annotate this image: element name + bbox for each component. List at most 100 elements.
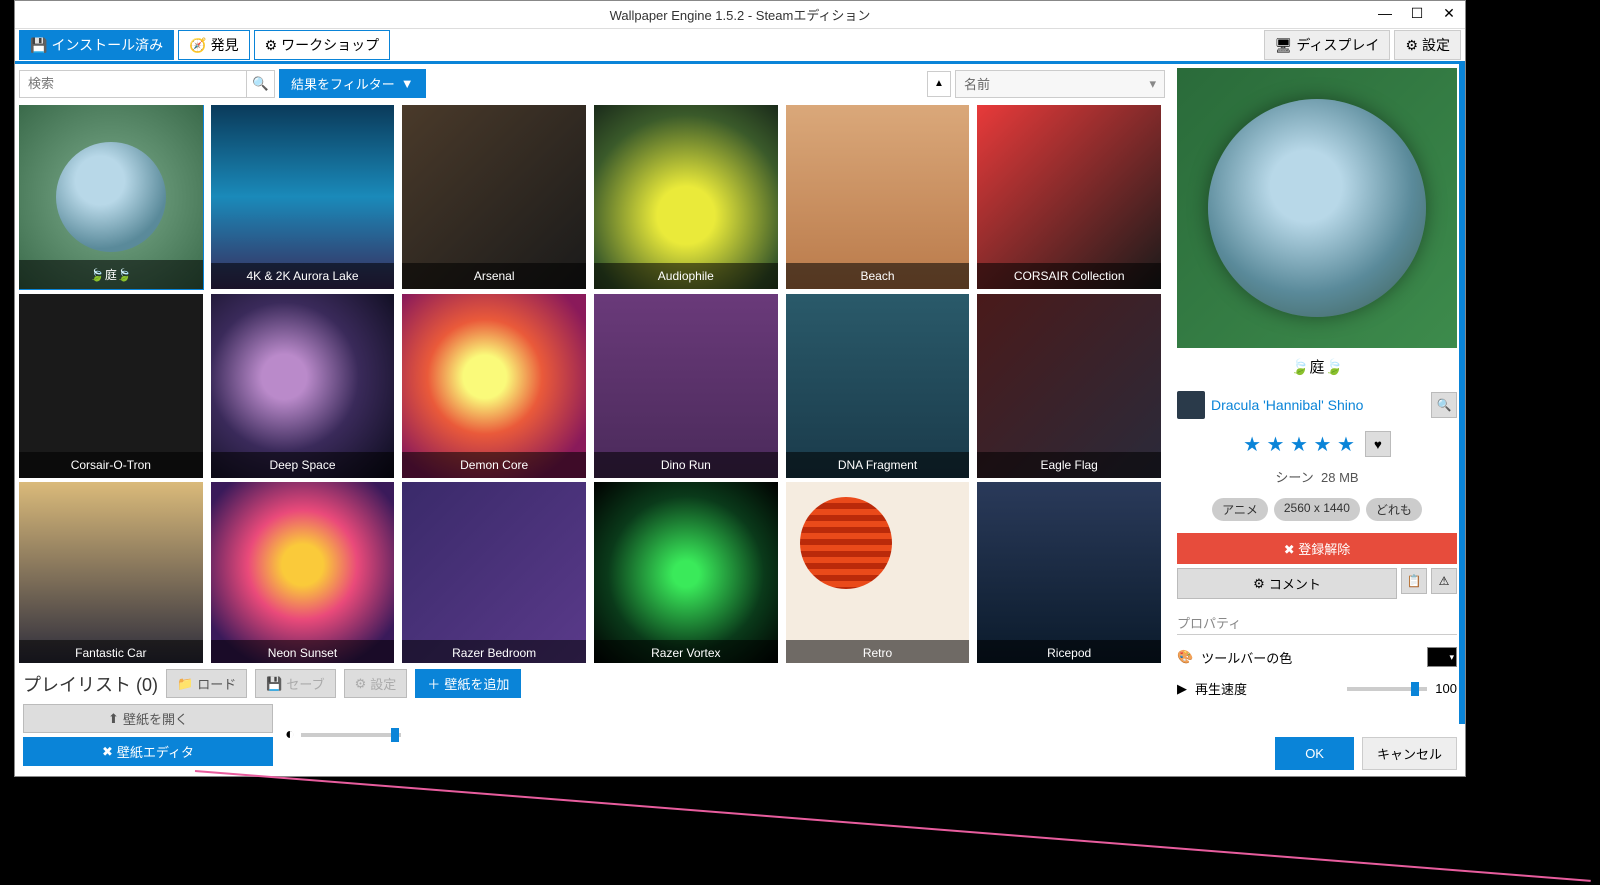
wallpaper-editor-button[interactable]: ✖壁紙エディタ (23, 737, 273, 766)
maximize-button[interactable]: ☐ (1405, 3, 1429, 23)
author-search-button[interactable]: 🔍 (1431, 392, 1457, 418)
tile-thumbnail (402, 105, 586, 289)
wallpaper-tile[interactable]: Razer Vortex (594, 482, 778, 663)
tile-caption: Corsair-O-Tron (19, 452, 203, 478)
tile-caption: 🍃庭🍃 (19, 260, 203, 289)
wallpaper-grid: 🍃庭🍃 4K & 2K Aurora Lake ArsenalAudiophile B… (19, 105, 1165, 663)
settings-label: 設定 (1422, 35, 1450, 55)
prop-toolbar-color: 🎨 ツールバーの色 (1177, 647, 1457, 667)
settings-button[interactable]: ⚙ 設定 (1394, 30, 1461, 60)
cancel-button[interactable]: キャンセル (1362, 737, 1457, 770)
author-link[interactable]: Dracula 'Hannibal' Shino (1211, 397, 1363, 413)
tab-installed[interactable]: 💾 インストール済み (19, 30, 174, 60)
wallpaper-tile[interactable]: DNA Fragment (786, 294, 970, 478)
wallpaper-tile[interactable]: Arsenal (402, 105, 586, 289)
tab-workshop[interactable]: ⚙ ワークショップ (254, 30, 391, 60)
wallpaper-tile[interactable]: Razer Bedroom (402, 482, 586, 663)
tab-installed-label: インストール済み (51, 35, 163, 55)
wallpaper-tile[interactable]: 4K & 2K Aurora Lake (211, 105, 395, 289)
filter-button[interactable]: 結果をフィルター ▼ (279, 69, 426, 98)
wallpaper-tile[interactable]: Corsair-O-Tron (19, 294, 203, 478)
tile-caption: Razer Vortex (594, 640, 778, 663)
wallpaper-tile[interactable]: Eagle Flag (977, 294, 1161, 478)
tile-caption: 4K & 2K Aurora Lake (211, 263, 395, 289)
rating-stars[interactable]: ★ ★ ★ ★ ★ ♥ (1177, 431, 1457, 457)
tile-caption: Razer Bedroom (402, 640, 586, 663)
color-picker[interactable] (1427, 647, 1457, 667)
wallpaper-browser: 🔍 結果をフィルター ▼ ▲ 名前 🍃庭🍃 4K & 2K Aurora Lake… (15, 61, 1169, 776)
tab-discover[interactable]: 🧭 発見 (178, 30, 249, 60)
speed-value: 100 (1435, 681, 1457, 696)
wallpaper-tile[interactable]: CORSAIR Collection (977, 105, 1161, 289)
wallpaper-tile[interactable]: Deep Space (211, 294, 395, 478)
tile-thumbnail (211, 482, 395, 663)
tag[interactable]: アニメ (1212, 498, 1268, 521)
comment-button[interactable]: ⚙コメント (1177, 568, 1397, 599)
sort-direction-button[interactable]: ▲ (927, 71, 951, 97)
search-icon: 🔍 (252, 76, 269, 91)
close-button[interactable]: ✕ (1437, 3, 1461, 23)
ok-button[interactable]: OK (1275, 737, 1354, 770)
tile-caption: Ricepod (977, 640, 1161, 663)
wallpaper-tile[interactable]: Fantastic Car (19, 482, 203, 663)
folder-icon: 📁 (177, 676, 193, 692)
preview-image (1208, 99, 1426, 317)
main-toolbar: 💾 インストール済み 🧭 発見 ⚙ ワークショップ 🖥 ディスプレイ ⚙ 設定 (15, 29, 1465, 61)
steam-icon: ⚙ (1253, 576, 1265, 592)
brightness-slider[interactable] (301, 733, 401, 737)
tag[interactable]: 2560 x 1440 (1274, 498, 1360, 521)
minimize-button[interactable]: — (1373, 3, 1397, 23)
wallpaper-tile[interactable]: Demon Core (402, 294, 586, 478)
author-avatar[interactable] (1177, 391, 1205, 419)
wallpaper-tile[interactable]: Retro (786, 482, 970, 663)
favorite-button[interactable]: ♥ (1365, 431, 1391, 457)
speed-slider[interactable] (1347, 687, 1427, 691)
monitor-icon: 🖥 (1275, 37, 1293, 54)
playlist-settings-button[interactable]: ⚙設定 (344, 669, 408, 698)
tile-caption: Eagle Flag (977, 452, 1161, 478)
search-input[interactable] (20, 71, 246, 97)
wallpaper-meta: シーン 28 MB (1177, 467, 1457, 486)
wallpaper-tile[interactable]: Audiophile (594, 105, 778, 289)
brightness-slider-wrap: ◐ (285, 726, 401, 744)
tile-thumbnail (594, 294, 778, 478)
tile-caption: Dino Run (594, 452, 778, 478)
wallpaper-tile[interactable]: Dino Run (594, 294, 778, 478)
tile-thumbnail (594, 105, 778, 289)
tile-thumbnail (19, 482, 203, 663)
wallpaper-tile[interactable]: Neon Sunset (211, 482, 395, 663)
gear-icon: ⚙ (1405, 37, 1418, 54)
wallpaper-tile[interactable]: Beach (786, 105, 970, 289)
footer-buttons: OK キャンセル (1275, 737, 1457, 770)
playlist-save-button[interactable]: 💾セーブ (255, 669, 335, 698)
meta-size: 28 MB (1321, 470, 1359, 485)
search-box: 🔍 (19, 70, 275, 98)
playlist-add-button[interactable]: ＋壁紙を追加 (415, 669, 521, 698)
tile-caption: Beach (786, 263, 970, 289)
wallpaper-title: 🍃庭🍃 (1177, 356, 1457, 377)
tab-discover-label: 発見 (211, 35, 239, 55)
sort-select[interactable]: 名前 (955, 70, 1165, 98)
close-icon: ✖ (1284, 542, 1295, 557)
open-wallpaper-button[interactable]: ⬆壁紙を開く (23, 704, 273, 733)
wallpaper-tile[interactable]: 🍃庭🍃 (19, 105, 203, 289)
tile-thumbnail (211, 294, 395, 478)
gears-icon: ⚙ (355, 676, 367, 692)
displays-button[interactable]: 🖥 ディスプレイ (1264, 30, 1391, 60)
tag-list: アニメ 2560 x 1440 どれも (1177, 498, 1457, 521)
unsubscribe-button[interactable]: ✖ 登録解除 (1177, 533, 1457, 564)
app-window: Wallpaper Engine 1.5.2 - Steamエディション — ☐… (14, 0, 1466, 777)
upload-icon: ⬆ (108, 711, 119, 727)
copy-button[interactable]: 📋 (1401, 568, 1427, 594)
playlist-label: プレイリスト (0) (23, 671, 158, 697)
meta-type: シーン (1275, 470, 1313, 485)
contrast-icon: ◐ (285, 726, 295, 744)
playlist-load-button[interactable]: 📁ロード (166, 669, 247, 698)
filter-icon: ▼ (401, 76, 414, 91)
scrollbar[interactable] (1459, 63, 1465, 724)
search-button[interactable]: 🔍 (246, 71, 274, 97)
window-controls: — ☐ ✕ (1373, 3, 1461, 23)
tag[interactable]: どれも (1366, 498, 1422, 521)
wallpaper-tile[interactable]: Ricepod (977, 482, 1161, 663)
report-button[interactable]: ⚠ (1431, 568, 1457, 594)
